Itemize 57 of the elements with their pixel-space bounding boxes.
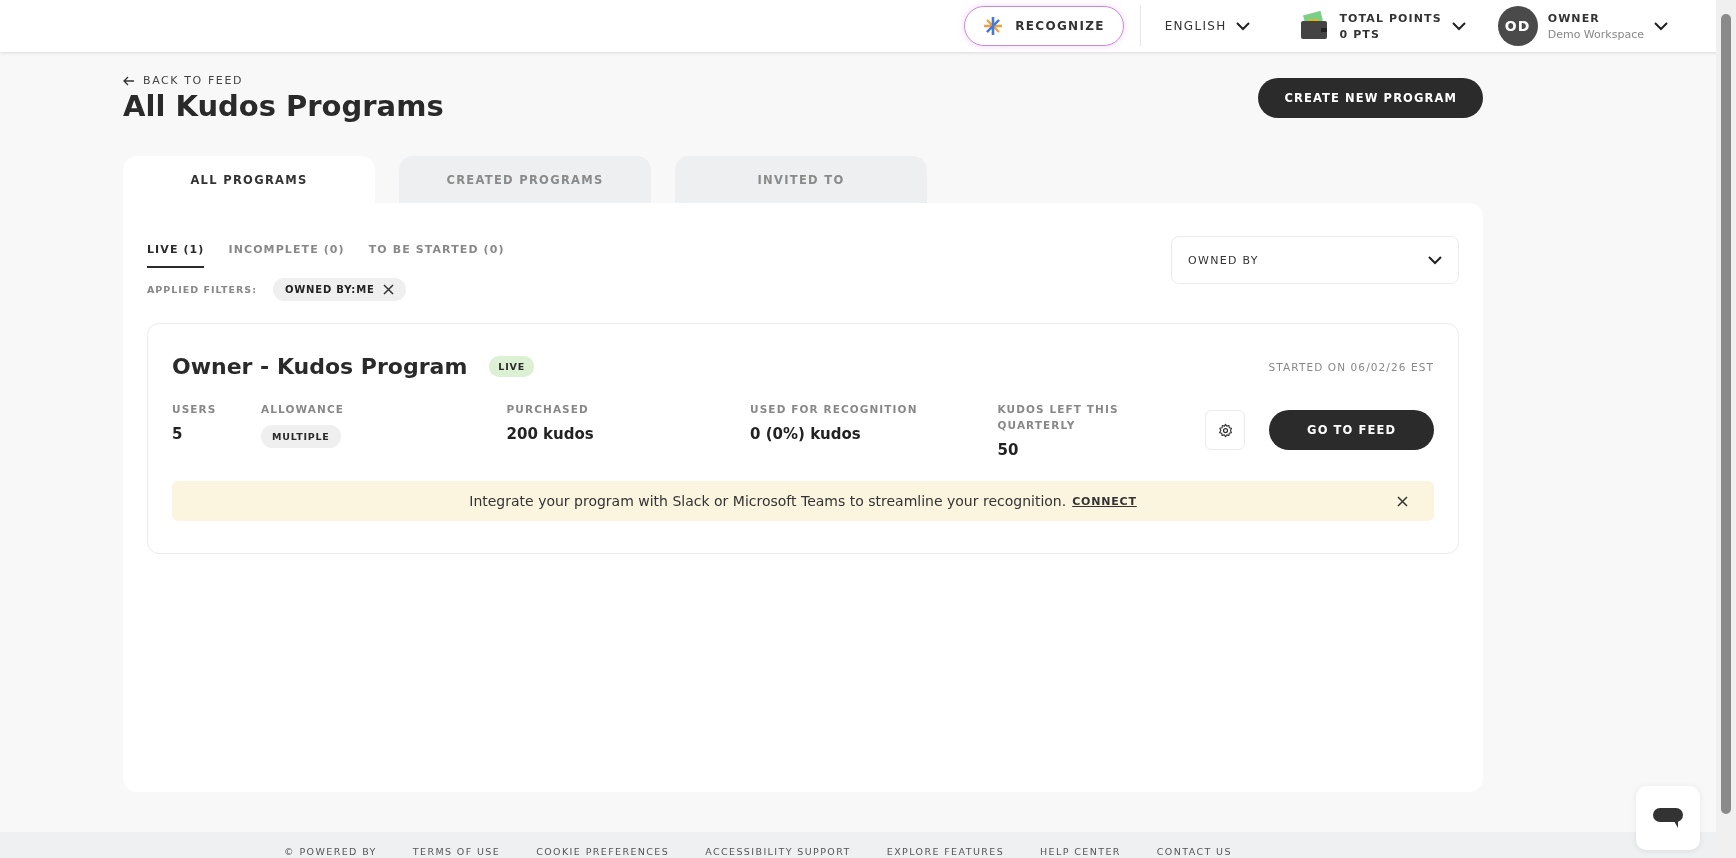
status-tab[interactable]: INCOMPLETE (0) — [228, 236, 345, 268]
back-link[interactable]: BACK TO FEED — [123, 74, 444, 87]
footer-link[interactable]: EXPLORE FEATURES — [886, 846, 1005, 858]
owned-by-dropdown[interactable]: OWNED BY — [1171, 236, 1459, 284]
program-tab[interactable]: ALL PROGRAMS — [123, 156, 375, 203]
recognize-button[interactable]: RECOGNIZE — [964, 6, 1124, 46]
user-menu[interactable]: OD OWNER Demo Workspace — [1489, 6, 1676, 46]
page-title: All Kudos Programs — [123, 89, 444, 123]
points-label: TOTAL POINTS — [1339, 11, 1442, 25]
stat-label: USED FOR RECOGNITION — [750, 402, 919, 417]
footer-link[interactable]: TERMS OF USE — [412, 846, 501, 858]
status-tab[interactable]: TO BE STARTED (0) — [368, 236, 505, 268]
go-to-feed-button[interactable]: GO TO FEED — [1269, 410, 1434, 450]
settings-button[interactable] — [1205, 410, 1246, 450]
footer-link[interactable]: CONTACT US — [1156, 846, 1232, 858]
stat-value: 5 — [172, 425, 184, 443]
points-dropdown[interactable]: TOTAL POINTS 0 PTS — [1291, 11, 1474, 41]
workspace-name: Demo Workspace — [1547, 27, 1644, 41]
stat-label: ALLOWANCE — [261, 402, 345, 417]
arrow-left-icon — [123, 75, 135, 86]
chat-bubble-icon — [1652, 807, 1684, 829]
close-icon — [1397, 495, 1408, 507]
scrollbar-thumb[interactable] — [1721, 14, 1731, 814]
allowance-chip: MULTIPLE — [261, 425, 341, 448]
stat-value: 50 — [997, 441, 1020, 459]
start-date: STARTED ON 06/02/26 EST — [1268, 360, 1434, 373]
footer-link[interactable]: HELP CENTER — [1040, 846, 1121, 858]
footer-link[interactable]: © POWERED BY — [284, 846, 377, 858]
filters-label: APPLIED FILTERS: — [147, 284, 257, 295]
chevron-down-icon — [1654, 21, 1668, 31]
stat-label: KUDOS LEFT THIS QUARTERLY — [997, 402, 1120, 433]
footer-link[interactable]: COOKIE PREFERENCES — [536, 846, 670, 858]
points-value: 0 PTS — [1339, 27, 1380, 41]
wallet-icon — [1299, 11, 1330, 41]
stat-label: USERS — [172, 402, 218, 417]
status-badge: LIVE — [489, 356, 534, 377]
connect-link[interactable]: CONNECT — [1072, 494, 1137, 508]
chevron-down-icon — [1236, 21, 1251, 31]
sparkle-icon — [983, 16, 1004, 36]
close-icon — [382, 284, 394, 295]
filter-chip: OWNED BY:ME — [273, 278, 406, 301]
chat-button[interactable] — [1636, 786, 1700, 850]
create-program-button[interactable]: CREATE NEW PROGRAM — [1258, 78, 1483, 118]
remove-filter-button[interactable] — [382, 284, 394, 295]
stat-value: 0 (0%) kudos — [750, 425, 862, 443]
banner-text: Integrate your program with Slack or Microsoft Teams to streamline your recognition. — [469, 493, 1067, 509]
stat-value: 200 kudos — [506, 425, 595, 443]
settings-icon — [1217, 422, 1233, 438]
footer-link[interactable]: ACCESSIBILITY SUPPORT — [705, 846, 851, 858]
chevron-down-icon — [1451, 21, 1466, 31]
user-name: OWNER — [1547, 11, 1600, 25]
program-name: Owner - Kudos Program — [172, 354, 468, 379]
user-avatar: OD — [1497, 6, 1538, 46]
status-tab[interactable]: LIVE (1) — [147, 236, 205, 268]
stat-label: PURCHASED — [506, 402, 590, 417]
language-dropdown[interactable]: ENGLISH — [1156, 19, 1259, 33]
chevron-down-icon — [1428, 255, 1442, 265]
